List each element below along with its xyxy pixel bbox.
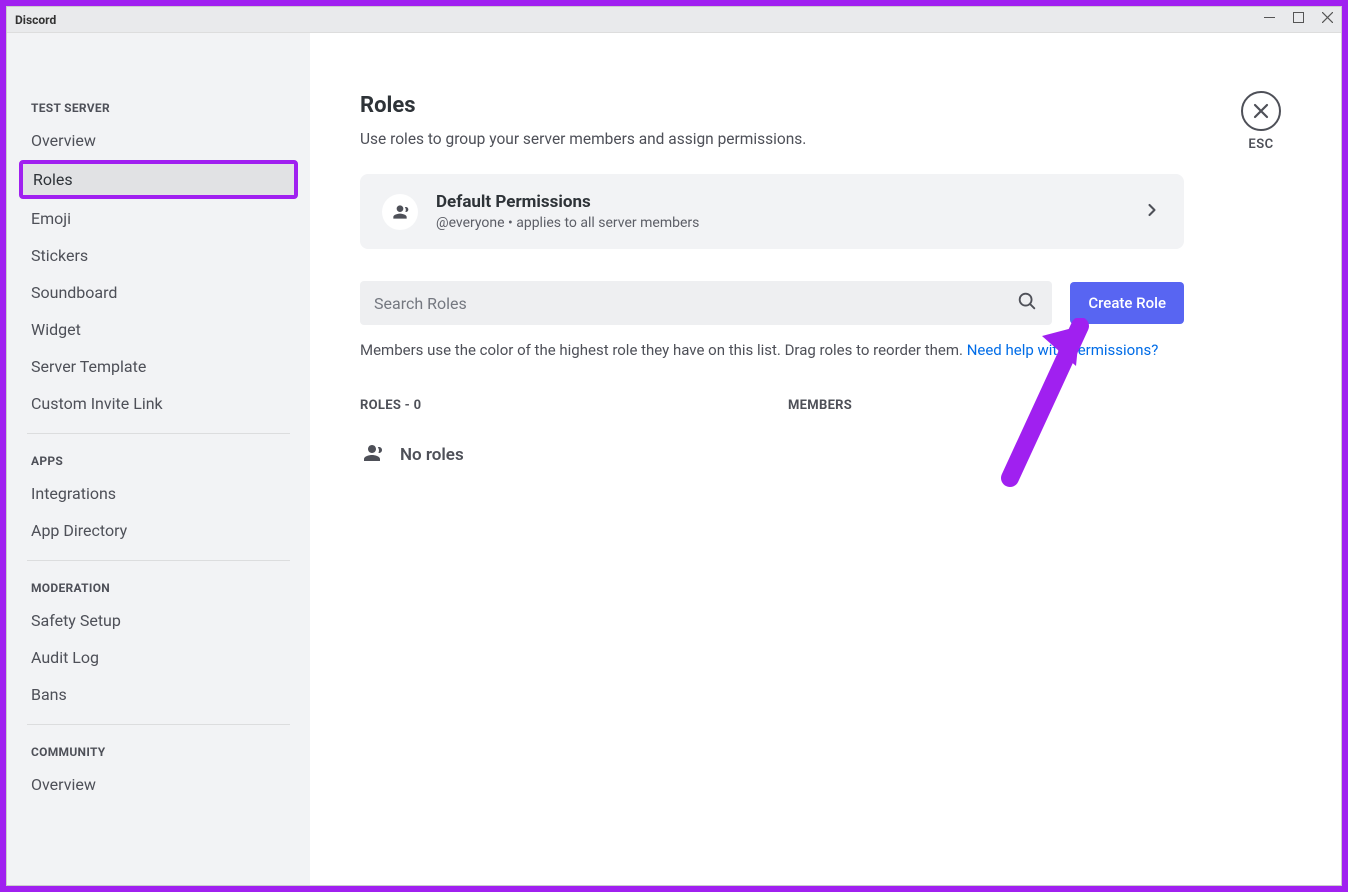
close-label: ESC [1248, 137, 1273, 152]
app-window: Discord TEST SERVEROverviewRolesEmojiSti… [6, 6, 1342, 886]
search-input[interactable] [374, 294, 1016, 313]
close-window-button[interactable] [1322, 12, 1333, 27]
sidebar-divider [27, 433, 290, 434]
content: TEST SERVEROverviewRolesEmojiStickersSou… [7, 33, 1341, 885]
sidebar-item-overview[interactable]: Overview [19, 123, 298, 158]
titlebar-title: Discord [15, 13, 56, 27]
sidebar-section-title: COMMUNITY [19, 737, 298, 765]
sidebar-divider [27, 560, 290, 561]
roles-column-header: ROLES - 0 [360, 398, 788, 413]
maximize-button[interactable] [1293, 12, 1304, 27]
page-title: Roles [360, 93, 1281, 118]
sidebar-item-overview[interactable]: Overview [19, 767, 298, 802]
sidebar-item-soundboard[interactable]: Soundboard [19, 275, 298, 310]
titlebar: Discord [7, 7, 1341, 33]
sidebar-item-audit-log[interactable]: Audit Log [19, 640, 298, 675]
permissions-text: Default Permissions @everyone • applies … [436, 192, 1124, 231]
help-permissions-link[interactable]: Need help with permissions? [967, 341, 1159, 359]
sidebar-section-title: MODERATION [19, 573, 298, 601]
sidebar-item-custom-invite-link[interactable]: Custom Invite Link [19, 386, 298, 421]
empty-state: No roles [360, 441, 1281, 470]
columns-header: ROLES - 0 MEMBERS [360, 398, 1184, 413]
people-icon [360, 441, 384, 470]
search-icon [1016, 290, 1038, 316]
empty-state-label: No roles [400, 445, 464, 465]
main-panel: ESC Roles Use roles to group your server… [310, 33, 1341, 885]
sidebar: TEST SERVEROverviewRolesEmojiStickersSou… [7, 33, 310, 885]
default-permissions-card[interactable]: Default Permissions @everyone • applies … [360, 174, 1184, 249]
sidebar-item-safety-setup[interactable]: Safety Setup [19, 603, 298, 638]
sidebar-item-integrations[interactable]: Integrations [19, 476, 298, 511]
sidebar-item-emoji[interactable]: Emoji [19, 201, 298, 236]
close-settings-button[interactable]: ESC [1241, 91, 1281, 152]
sidebar-item-stickers[interactable]: Stickers [19, 238, 298, 273]
sidebar-item-roles[interactable]: Roles [19, 160, 298, 199]
search-row: Create Role [360, 281, 1184, 325]
sidebar-divider [27, 724, 290, 725]
chevron-right-icon [1142, 200, 1162, 224]
helper-text-body: Members use the color of the highest rol… [360, 341, 967, 359]
members-column-header: MEMBERS [788, 398, 1184, 413]
minimize-button[interactable] [1264, 12, 1275, 27]
permissions-title: Default Permissions [436, 192, 1124, 212]
page-subtitle: Use roles to group your server members a… [360, 130, 1281, 148]
sidebar-section-title: APPS [19, 446, 298, 474]
close-icon [1241, 91, 1281, 131]
sidebar-section-title: TEST SERVER [19, 93, 298, 121]
search-box[interactable] [360, 281, 1052, 325]
people-icon [382, 194, 418, 230]
helper-text: Members use the color of the highest rol… [360, 339, 1184, 362]
sidebar-item-bans[interactable]: Bans [19, 677, 298, 712]
titlebar-controls [1264, 12, 1333, 27]
permissions-subtitle: @everyone • applies to all server member… [436, 215, 1124, 231]
create-role-button[interactable]: Create Role [1070, 282, 1184, 324]
sidebar-item-app-directory[interactable]: App Directory [19, 513, 298, 548]
sidebar-item-widget[interactable]: Widget [19, 312, 298, 347]
sidebar-item-server-template[interactable]: Server Template [19, 349, 298, 384]
